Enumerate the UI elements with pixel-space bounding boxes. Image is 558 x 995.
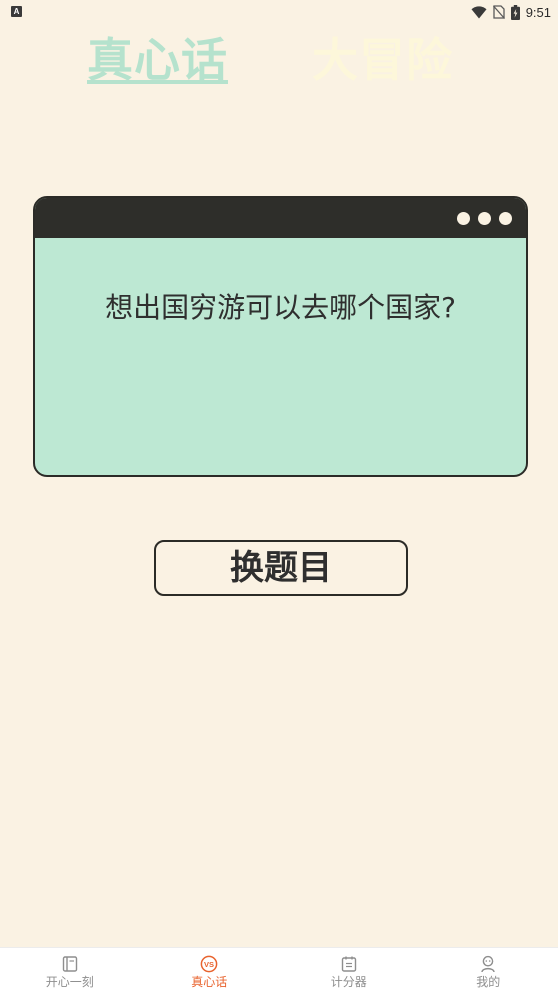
book-icon — [61, 955, 79, 973]
scoreboard-icon — [340, 955, 358, 973]
status-bar: A 9:51 — [0, 0, 558, 24]
dot-icon — [499, 212, 512, 225]
question-card: 想出国穷游可以去哪个国家? — [33, 196, 528, 477]
nav-label-jokes: 开心一刻 — [46, 975, 94, 990]
vs-icon: VS — [200, 955, 218, 973]
nav-item-profile[interactable]: 我的 — [419, 948, 558, 995]
card-titlebar — [35, 198, 526, 238]
change-question-button[interactable]: 换题目 — [154, 540, 408, 596]
tab-dare[interactable]: 大冒险 — [312, 30, 453, 90]
nav-item-truth[interactable]: VS 真心话 — [140, 948, 280, 995]
user-icon — [479, 955, 497, 973]
no-sim-icon — [493, 5, 505, 19]
app-notification-icon: A — [11, 6, 22, 17]
wifi-icon — [471, 6, 487, 19]
nav-label-scoreboard: 计分器 — [331, 975, 367, 990]
tab-truth[interactable]: 真心话 — [87, 30, 228, 90]
nav-item-scoreboard[interactable]: 计分器 — [279, 948, 419, 995]
window-dots — [457, 212, 512, 225]
svg-text:VS: VS — [204, 960, 214, 969]
battery-charging-icon — [511, 5, 520, 20]
question-text: 想出国穷游可以去哪个国家? — [35, 286, 526, 326]
dot-icon — [457, 212, 470, 225]
nav-label-truth: 真心话 — [191, 975, 227, 990]
clock: 9:51 — [526, 5, 551, 20]
status-indicators: 9:51 — [471, 3, 551, 21]
dot-icon — [478, 212, 491, 225]
nav-item-jokes[interactable]: 开心一刻 — [0, 948, 140, 995]
nav-label-profile: 我的 — [476, 975, 500, 990]
bottom-nav: 开心一刻 VS 真心话 计分器 我的 — [0, 947, 558, 995]
